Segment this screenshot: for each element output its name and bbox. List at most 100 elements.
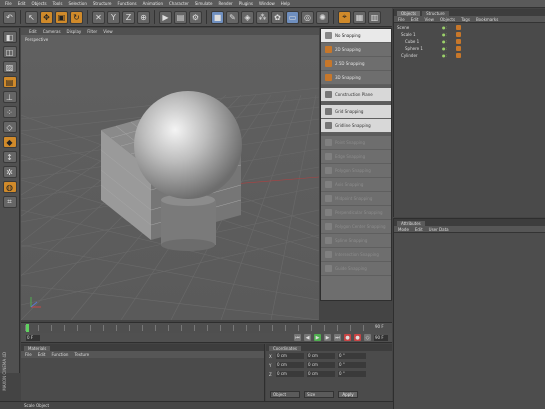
- snap-item-gridline-snapping[interactable]: Gridline Snapping: [321, 119, 391, 133]
- points-mode-icon[interactable]: ⁘: [2, 106, 17, 118]
- menu-character[interactable]: Character: [169, 1, 189, 6]
- go-to-end-icon[interactable]: ⏭: [334, 334, 341, 341]
- subdivision-surface-icon[interactable]: ◈: [241, 10, 254, 24]
- array-icon[interactable]: ⁂: [256, 10, 269, 24]
- tab-structure[interactable]: Structure: [422, 11, 449, 16]
- tab-materials[interactable]: Materials: [24, 346, 51, 351]
- position-field[interactable]: 0 cm: [276, 371, 304, 377]
- coordinate-system-icon[interactable]: ⊕: [137, 10, 150, 24]
- object-menu-objects[interactable]: Objects: [440, 17, 455, 22]
- object-tag-icon[interactable]: [456, 53, 461, 58]
- timeline[interactable]: 90 F: [21, 322, 392, 333]
- y-axis-lock-icon[interactable]: Y: [107, 10, 120, 24]
- menu-window[interactable]: Window: [259, 1, 275, 6]
- visibility-dots-icon[interactable]: ●:: [442, 53, 447, 58]
- size-field[interactable]: 0 cm: [307, 362, 335, 368]
- attribute-menu-edit[interactable]: Edit: [415, 227, 423, 232]
- cube-primitive-icon[interactable]: ■: [211, 10, 224, 24]
- render-settings-icon[interactable]: ⚙: [189, 10, 202, 24]
- tab-objects[interactable]: Objects: [397, 11, 421, 16]
- material-menu-function[interactable]: Function: [51, 352, 68, 357]
- edges-mode-icon[interactable]: ◇: [2, 121, 17, 133]
- apply-button[interactable]: Apply: [338, 391, 358, 398]
- viewport-menu-display[interactable]: Display: [67, 29, 82, 34]
- rotate-tool-icon[interactable]: ↻: [70, 10, 83, 24]
- attribute-menu-mode[interactable]: Mode: [398, 227, 409, 232]
- menu-objects[interactable]: Objects: [31, 1, 46, 6]
- undo-icon[interactable]: ↶: [3, 10, 16, 24]
- texture-mode-icon[interactable]: ▨: [2, 61, 17, 73]
- pen-spline-icon[interactable]: ✎: [226, 10, 239, 24]
- menu-edit[interactable]: Edit: [18, 1, 26, 6]
- polygons-mode-icon[interactable]: ◆: [2, 136, 17, 148]
- soft-selection-icon[interactable]: ◍: [2, 181, 17, 193]
- snap-item-no-snapping[interactable]: No Snapping: [321, 29, 391, 43]
- move-tool-icon[interactable]: ✥: [40, 10, 53, 24]
- x-axis-lock-icon[interactable]: ✕: [92, 10, 105, 24]
- object-tag-icon[interactable]: [456, 32, 461, 37]
- model-mode-icon[interactable]: ◫: [2, 46, 17, 58]
- make-editable-icon[interactable]: ◧: [2, 31, 17, 43]
- menu-structure[interactable]: Structure: [93, 1, 112, 6]
- snap-item-3d-snapping[interactable]: 3D Snapping: [321, 71, 391, 85]
- visibility-dots-icon[interactable]: ●:: [442, 46, 447, 51]
- timeline-ruler[interactable]: [25, 325, 370, 331]
- material-menu-texture[interactable]: Texture: [74, 352, 89, 357]
- object-mode-icon[interactable]: ▤: [2, 76, 17, 88]
- enable-axis-icon[interactable]: ↕: [2, 151, 17, 163]
- object-row-cylinder[interactable]: Cylinder ●:: [394, 52, 545, 59]
- snap-item-2d-snapping[interactable]: 2D Snapping: [321, 43, 391, 57]
- object-tag-icon[interactable]: [456, 25, 461, 30]
- axis-mode-icon[interactable]: ⊥: [2, 91, 17, 103]
- menu-tools[interactable]: Tools: [53, 1, 63, 6]
- menu-animation[interactable]: Animation: [143, 1, 163, 6]
- viewport-menu-view[interactable]: View: [103, 29, 113, 34]
- object-menu-bookmarks[interactable]: Bookmarks: [476, 17, 498, 22]
- object-row-cube-1[interactable]: Cube 1 ●:: [394, 38, 545, 45]
- previous-key-icon[interactable]: ◀: [304, 334, 311, 341]
- object-row-sphere-1[interactable]: Sphere 1 ●:: [394, 45, 545, 52]
- play-icon[interactable]: ▶: [314, 334, 321, 341]
- menu-functions[interactable]: Functions: [117, 1, 136, 6]
- keyframe-selection-icon[interactable]: ◇: [364, 334, 371, 341]
- object-tag-icon[interactable]: [456, 46, 461, 51]
- deformer-icon[interactable]: ✿: [271, 10, 284, 24]
- go-to-start-icon[interactable]: ⏮: [294, 334, 301, 341]
- layout-icon[interactable]: ▥: [368, 10, 381, 24]
- viewport-menu-edit[interactable]: Edit: [29, 29, 37, 34]
- max-frame-field[interactable]: 90 F: [374, 334, 388, 341]
- object-menu-tags[interactable]: Tags: [461, 17, 470, 22]
- visibility-dots-icon[interactable]: ●:: [442, 25, 447, 30]
- viewport-menu-cameras[interactable]: Cameras: [43, 29, 61, 34]
- current-frame-field[interactable]: 0 F: [26, 334, 40, 341]
- workplane-icon[interactable]: ▦: [353, 10, 366, 24]
- sphere-object[interactable]: [134, 91, 242, 199]
- object-menu-edit[interactable]: Edit: [411, 17, 419, 22]
- tab-coordinates[interactable]: Coordinates: [269, 346, 302, 351]
- coordinate-size-select[interactable]: Size: [304, 391, 334, 398]
- scale-tool-icon[interactable]: ▣: [55, 10, 68, 24]
- menu-selection[interactable]: Selection: [68, 1, 86, 6]
- cylinder-object[interactable]: [161, 194, 216, 251]
- rotation-field[interactable]: 0 °: [338, 371, 366, 377]
- object-menu-view[interactable]: View: [424, 17, 434, 22]
- object-menu-file[interactable]: File: [398, 17, 405, 22]
- size-field[interactable]: 0 cm: [307, 353, 335, 359]
- viewport-menu-filter[interactable]: Filter: [87, 29, 97, 34]
- menu-help[interactable]: Help: [281, 1, 290, 6]
- size-field[interactable]: 0 cm: [307, 371, 335, 377]
- object-tag-icon[interactable]: [456, 39, 461, 44]
- coordinate-mode-select[interactable]: Object: [270, 391, 300, 398]
- snap-item-grid-snapping[interactable]: Grid Snapping: [321, 105, 391, 119]
- camera-icon[interactable]: ◎: [301, 10, 314, 24]
- object-row-scale-1[interactable]: Scale 1 ●:: [394, 31, 545, 38]
- menu-plugins[interactable]: Plugins: [239, 1, 253, 6]
- tab-attributes[interactable]: Attributes: [397, 221, 425, 226]
- material-menu-edit[interactable]: Edit: [38, 352, 46, 357]
- live-selection-icon[interactable]: ↖: [25, 10, 38, 24]
- z-axis-lock-icon[interactable]: Z: [122, 10, 135, 24]
- floor-icon[interactable]: ▭: [286, 10, 299, 24]
- position-field[interactable]: 0 cm: [276, 353, 304, 359]
- material-menu-file[interactable]: File: [25, 352, 32, 357]
- record-icon[interactable]: ●: [344, 334, 351, 341]
